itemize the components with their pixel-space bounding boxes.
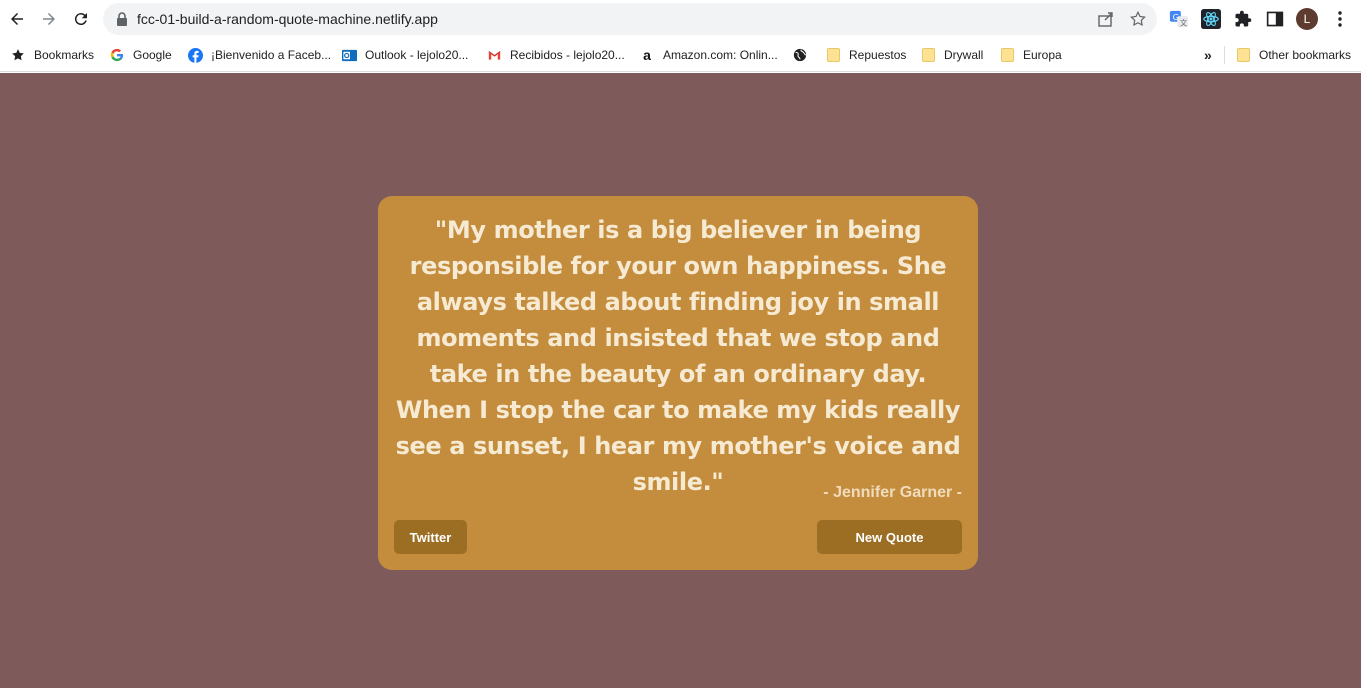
gmail-icon <box>486 47 502 63</box>
back-button[interactable] <box>5 7 29 31</box>
lock-icon <box>117 12 127 26</box>
profile-avatar[interactable]: L <box>1296 8 1318 30</box>
facebook-icon <box>187 47 203 63</box>
quote-box: "My mother is a big believer in being re… <box>378 196 978 570</box>
bookmark-label: Bookmarks <box>34 48 95 62</box>
quote-author: - Jennifer Garner - <box>823 484 962 501</box>
reload-icon <box>74 13 87 26</box>
bookmark-folder[interactable]: Drywall <box>920 46 983 64</box>
bookmark-folder[interactable]: Europa <box>999 46 1062 64</box>
bookmark-folder[interactable]: Repuestos <box>825 46 906 64</box>
bookmark-label: Repuestos <box>849 48 907 62</box>
address-bar[interactable]: fcc-01-build-a-random-quote-machine.netl… <box>103 3 1157 35</box>
amazon-icon: a <box>643 47 651 63</box>
new-quote-button[interactable]: New Quote <box>817 520 962 554</box>
star-icon <box>10 47 26 63</box>
outlook-icon <box>341 47 357 63</box>
svg-text:文: 文 <box>1180 18 1188 27</box>
browser-toolbar: fcc-01-build-a-random-quote-machine.netl… <box>0 0 1361 38</box>
globe-icon <box>792 47 808 63</box>
side-panel-icon[interactable] <box>1264 8 1286 30</box>
bookmark-label: ¡Bienvenido a Faceb... <box>211 48 332 62</box>
folder-icon <box>920 47 936 63</box>
folder-icon <box>999 47 1015 63</box>
folder-icon <box>825 47 841 63</box>
quote-text: "My mother is a big believer in being re… <box>395 216 961 496</box>
bookmarks-bar: Bookmarks Google ¡Bienvenido a Faceb... … <box>0 38 1361 72</box>
share-icon[interactable] <box>1097 10 1115 28</box>
forward-button[interactable] <box>37 7 61 31</box>
forward-arrow-icon <box>43 13 55 25</box>
extensions-puzzle-icon[interactable] <box>1232 8 1254 30</box>
browser-menu-icon[interactable] <box>1330 8 1350 30</box>
reload-button[interactable] <box>69 7 93 31</box>
bookmarks-overflow-button[interactable]: » <box>1204 46 1212 64</box>
bookmark-label: Outlook - lejolo20... <box>365 48 469 62</box>
react-devtools-icon[interactable] <box>1200 8 1222 30</box>
bookmark-label: Recibidos - lejolo20... <box>510 48 625 62</box>
folder-icon <box>1235 47 1251 63</box>
bookmark-label: Europa <box>1023 48 1062 62</box>
bookmark-label: Google <box>133 48 172 62</box>
translate-extension-icon[interactable]: G文 <box>1168 8 1190 30</box>
google-icon <box>109 47 125 63</box>
bookmark-item[interactable]: Bookmarks <box>10 46 94 64</box>
bookmark-label: Other bookmarks <box>1259 48 1352 62</box>
page-background: "My mother is a big believer in being re… <box>0 73 1361 688</box>
back-arrow-icon <box>11 13 23 25</box>
bookmark-item[interactable]: Recibidos - lejolo20... <box>486 46 625 64</box>
bookmark-item[interactable] <box>792 46 816 64</box>
bookmark-label: Drywall <box>944 48 984 62</box>
bookmark-label: Amazon.com: Onlin... <box>663 48 778 62</box>
bookmark-item[interactable]: a Amazon.com: Onlin... <box>639 46 778 64</box>
other-bookmarks-folder[interactable]: Other bookmarks <box>1235 46 1351 64</box>
bookmark-item[interactable]: ¡Bienvenido a Faceb... <box>187 46 331 64</box>
bookmark-item[interactable]: Outlook - lejolo20... <box>341 46 468 64</box>
tweet-quote-button[interactable]: Twitter <box>394 520 467 554</box>
url-text: fcc-01-build-a-random-quote-machine.netl… <box>137 11 438 27</box>
bookmarks-separator <box>1224 46 1225 64</box>
bookmark-star-icon[interactable] <box>1129 10 1147 28</box>
bookmark-item[interactable]: Google <box>109 46 172 64</box>
